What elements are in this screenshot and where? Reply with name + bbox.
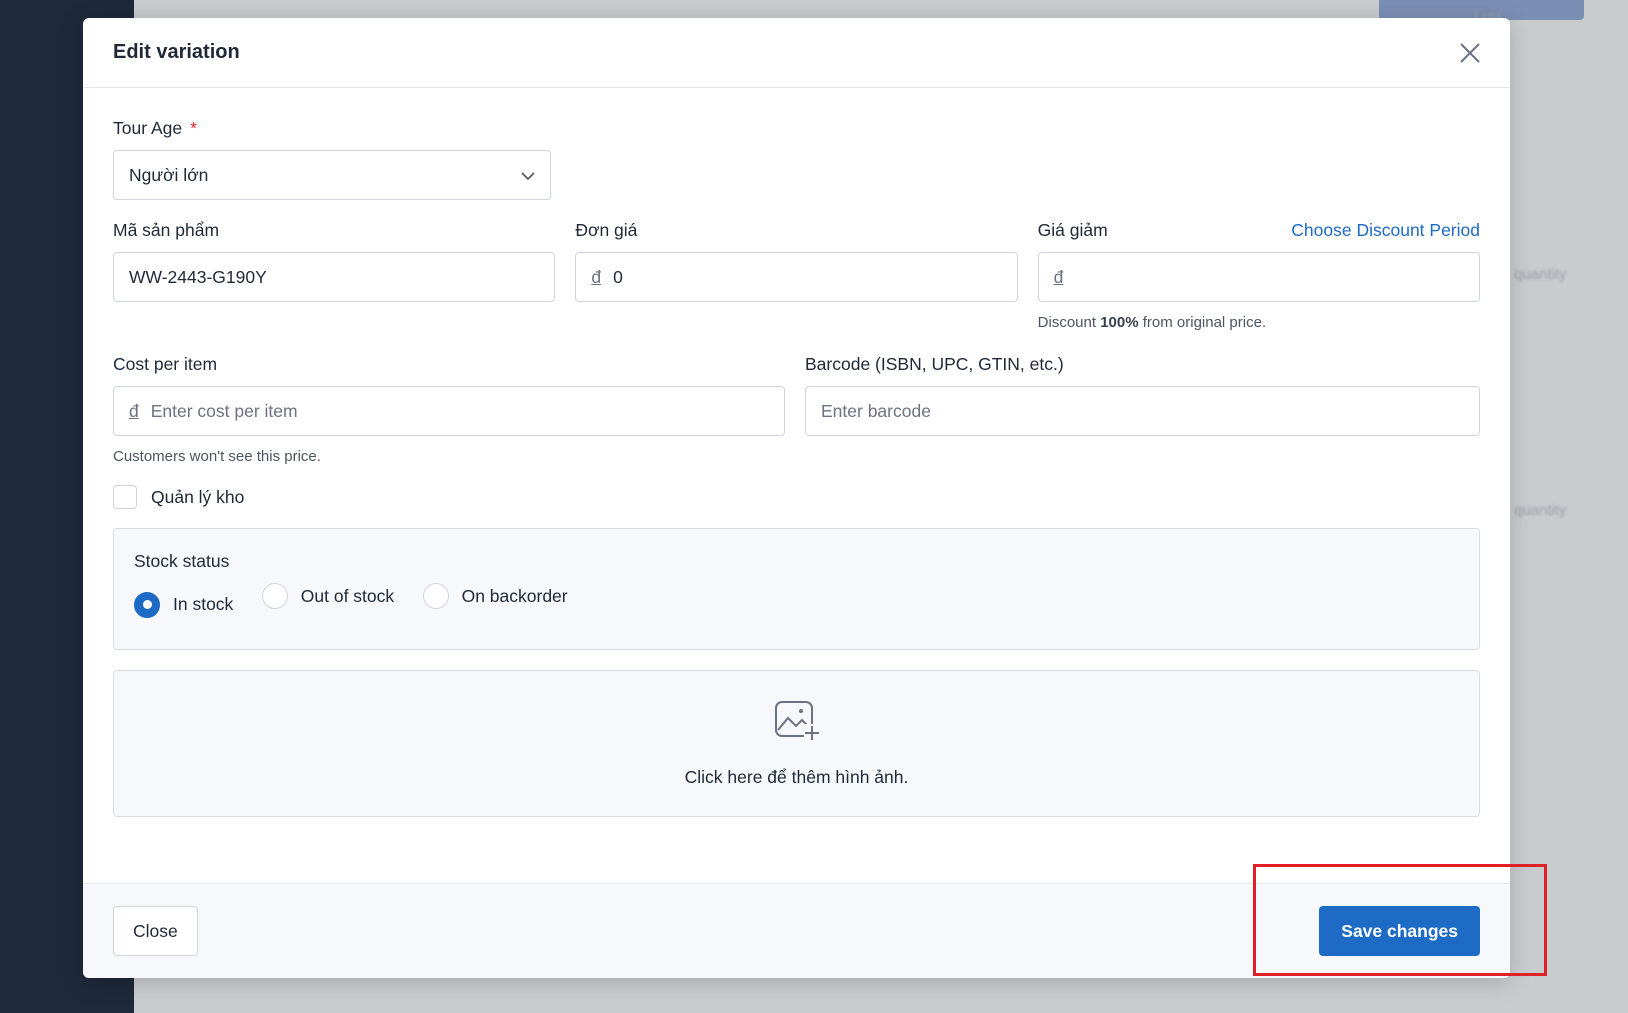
stock-status-options: In stock Out of stock On backorder	[134, 583, 1459, 618]
stock-status-label: Stock status	[134, 551, 230, 571]
image-upload-dropzone[interactable]: Click here để thêm hình ảnh.	[113, 670, 1480, 817]
discount-percent: 100%	[1100, 314, 1139, 331]
unit-price-input[interactable]	[613, 266, 1002, 288]
barcode-input[interactable]	[821, 400, 1464, 422]
unit-price-field[interactable]: đ	[575, 252, 1018, 302]
tour-age-value: Người lớn	[129, 164, 209, 185]
modal-body: Tour Age* Người lớn Mã sản phẩm Đơn giá …	[83, 88, 1510, 902]
chevron-down-icon	[521, 165, 535, 186]
tour-age-label: Tour Age *	[113, 118, 197, 138]
stock-option-in-stock[interactable]: In stock	[134, 591, 234, 618]
edit-variation-modal: Edit variation Tour Age * Người lớn Mã s…	[83, 18, 1510, 978]
sale-price-input[interactable]	[1075, 266, 1464, 288]
stock-status-box: Stock status In stock Out of stock On ba…	[113, 528, 1480, 650]
price-row: Mã sản phẩm Đơn giá đ Giá giảm Choose Di…	[113, 220, 1480, 331]
cost-per-item-field[interactable]: đ	[113, 386, 785, 436]
background-quantity-text: quantity	[1514, 266, 1567, 283]
cost-per-item-label: Cost per item	[113, 354, 218, 374]
manage-stock-row: Quản lý kho	[113, 485, 1480, 509]
cost-hint: Customers won't see this price.	[113, 448, 321, 465]
close-icon[interactable]	[1456, 39, 1484, 67]
modal-title: Edit variation	[113, 41, 240, 63]
modal-header: Edit variation	[83, 18, 1510, 88]
unit-price-label: Đơn giá	[575, 220, 638, 240]
cost-per-item-group: Cost per item đ Customers won't see this…	[113, 354, 785, 465]
barcode-label: Barcode (ISBN, UPC, GTIN, etc.)	[805, 354, 1064, 374]
sale-price-field[interactable]: đ	[1037, 252, 1480, 302]
choose-discount-period-link[interactable]: Choose Discount Period	[1291, 220, 1480, 241]
required-mark: *	[190, 118, 197, 138]
manage-stock-label: Quản lý kho	[151, 486, 245, 507]
upload-text: Click here để thêm hình ảnh.	[684, 766, 909, 787]
currency-symbol: đ	[1053, 266, 1064, 287]
sku-group: Mã sản phẩm	[113, 220, 556, 331]
radio-in-stock[interactable]	[134, 591, 160, 618]
sale-price-group: Giá giảm Choose Discount Period đ Discou…	[1037, 220, 1480, 331]
manage-stock-checkbox[interactable]	[113, 485, 137, 509]
barcode-field[interactable]	[805, 386, 1480, 436]
sku-label: Mã sản phẩm	[113, 220, 220, 240]
sale-price-label-row: Giá giảm Choose Discount Period	[1038, 220, 1480, 241]
cost-per-item-input[interactable]	[150, 400, 769, 422]
tour-age-group: Tour Age * Người lớn	[113, 118, 551, 200]
currency-symbol: đ	[591, 266, 602, 287]
sku-field[interactable]	[113, 252, 556, 302]
save-changes-button[interactable]: Save changes	[1319, 906, 1480, 956]
close-button[interactable]: Close	[113, 906, 198, 956]
image-plus-icon	[774, 700, 820, 747]
barcode-group: Barcode (ISBN, UPC, GTIN, etc.)	[805, 354, 1480, 465]
sale-price-label: Giá giảm	[1037, 220, 1108, 240]
radio-label-out-of-stock: Out of stock	[300, 585, 395, 606]
discount-hint: Discount 100% from original price.	[1037, 314, 1267, 331]
stock-option-on-backorder[interactable]: On backorder	[422, 583, 568, 609]
stock-option-out-of-stock[interactable]: Out of stock	[261, 583, 395, 609]
radio-out-of-stock[interactable]	[261, 583, 288, 609]
modal-footer: Close Save changes	[83, 883, 1510, 978]
radio-label-on-backorder: On backorder	[461, 585, 568, 606]
currency-symbol: đ	[129, 400, 139, 421]
cost-barcode-row: Cost per item đ Customers won't see this…	[113, 354, 1480, 465]
radio-label-in-stock: In stock	[173, 594, 234, 614]
sku-input[interactable]	[129, 266, 540, 288]
radio-on-backorder[interactable]	[422, 583, 449, 609]
tour-age-select[interactable]: Người lớn	[113, 150, 551, 200]
unit-price-group: Đơn giá đ	[575, 220, 1018, 331]
background-quantity-text: quantity	[1514, 502, 1567, 519]
